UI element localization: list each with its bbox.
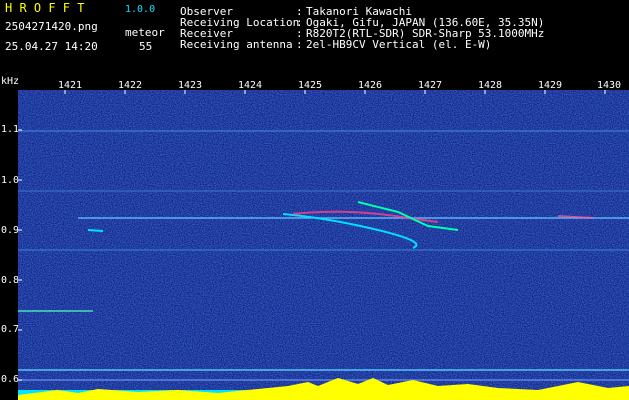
echo-trace	[87, 229, 104, 232]
y-tick-label: 1.1	[1, 124, 20, 135]
axis-unit: kHz	[1, 76, 20, 87]
noise-texture	[18, 90, 629, 400]
filename: 2504271420.png	[5, 20, 98, 33]
class-count: 55	[139, 40, 153, 53]
y-tick-label: 0.6	[1, 374, 20, 385]
y-tick-label: 0.8	[1, 275, 20, 286]
app-title: H R O F F T	[5, 1, 85, 15]
y-tick-label: 0.9	[1, 225, 20, 236]
antenna-value: 2el-HB9CV Vertical (el. E-W)	[306, 38, 492, 51]
class-label: meteor	[125, 26, 165, 39]
y-tick-label: 1.0	[1, 175, 20, 186]
y-tick-label: 0.7	[1, 324, 20, 335]
datetime: 25.04.27 14:20	[5, 40, 98, 53]
antenna-label: Receiving antenna	[180, 38, 293, 51]
colon: :	[296, 38, 303, 51]
app-version: 1.0.0	[125, 4, 156, 15]
waterfall-spectrogram	[18, 90, 629, 400]
